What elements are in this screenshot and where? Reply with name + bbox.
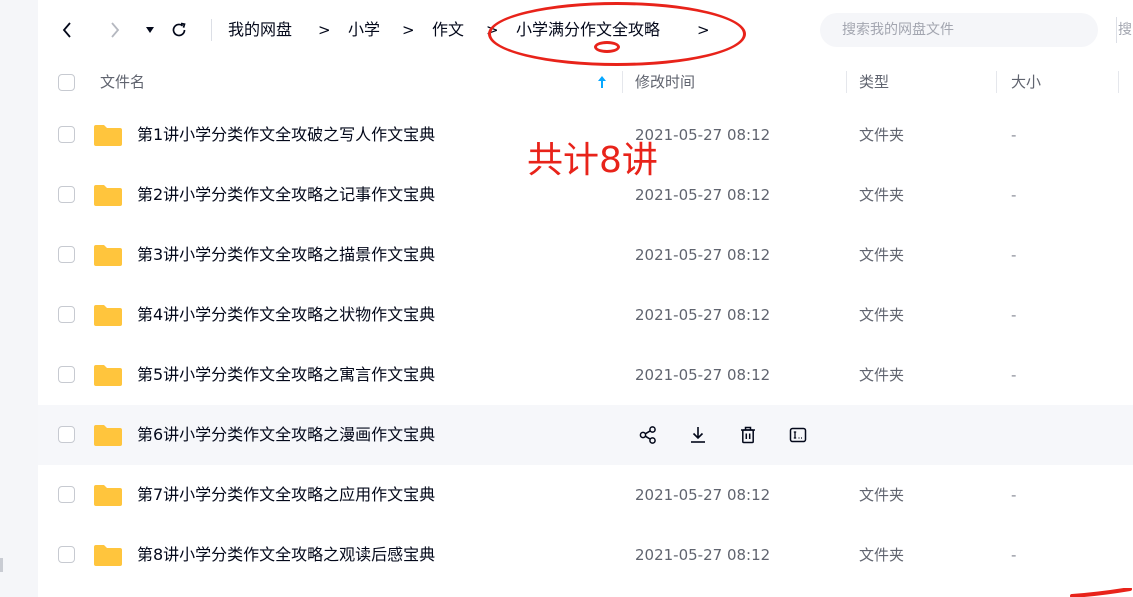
column-divider (622, 71, 623, 93)
breadcrumb-item-level1[interactable]: 小学 (348, 18, 380, 42)
file-name[interactable]: 第4讲小学分类作文全攻略之状物作文宝典 (137, 303, 435, 327)
back-button[interactable] (56, 17, 78, 43)
forward-button[interactable] (104, 17, 126, 43)
breadcrumb-item-level2[interactable]: 作文 (432, 18, 464, 42)
file-type: 文件夹 (859, 486, 905, 504)
file-modified-time: 2021-05-27 08:12 (635, 306, 771, 324)
folder-icon (94, 185, 122, 206)
file-name[interactable]: 第7讲小学分类作文全攻略之应用作文宝典 (137, 483, 435, 507)
file-size: - (1011, 246, 1017, 264)
file-modified-time: 2021-05-27 08:12 (635, 366, 771, 384)
delete-icon (741, 426, 755, 444)
download-icon (691, 427, 705, 443)
file-name[interactable]: 第8讲小学分类作文全攻略之观读后感宝典 (137, 543, 435, 567)
file-row[interactable]: 第1讲小学分类作文全攻破之写人作文宝典 2021-05-27 08:12 文件夹… (38, 105, 1133, 165)
file-row[interactable]: 第5讲小学分类作文全攻略之寓言作文宝典 2021-05-27 08:12 文件夹… (38, 345, 1133, 405)
column-size[interactable]: 大小 (1011, 71, 1041, 93)
refresh-icon (172, 22, 186, 37)
annotation-stroke (1070, 588, 1132, 597)
column-type[interactable]: 类型 (859, 71, 889, 93)
file-size: - (1011, 306, 1017, 324)
sidebar-edge-marker (0, 558, 3, 572)
folder-icon (94, 485, 122, 506)
row-checkbox[interactable] (58, 366, 75, 383)
sort-arrow-up-icon[interactable] (597, 75, 607, 89)
file-type: 文件夹 (859, 186, 905, 204)
breadcrumb-separator: > (318, 21, 331, 39)
toolbar-divider (211, 19, 212, 41)
row-checkbox[interactable] (58, 546, 75, 563)
file-name[interactable]: 第1讲小学分类作文全攻破之写人作文宝典 (137, 123, 435, 147)
file-modified-time: 2021-05-27 08:12 (635, 486, 771, 504)
file-name[interactable]: 第3讲小学分类作文全攻略之描景作文宝典 (137, 243, 435, 267)
folder-icon (94, 365, 122, 386)
file-modified-time: 2021-05-27 08:12 (635, 246, 771, 264)
row-checkbox[interactable] (58, 306, 75, 323)
row-checkbox[interactable] (58, 186, 75, 203)
file-modified-time: 2021-05-27 08:12 (635, 126, 771, 144)
file-type: 文件夹 (859, 126, 905, 144)
left-sidebar-strip (0, 0, 38, 597)
breadcrumb-item-root[interactable]: 我的网盘 (228, 18, 292, 42)
file-modified-time: 2021-05-27 08:12 (635, 186, 771, 204)
row-checkbox[interactable] (58, 126, 75, 143)
search-box (820, 13, 1098, 47)
caret-down-icon (146, 27, 154, 33)
folder-icon (94, 245, 122, 266)
file-type: 文件夹 (859, 546, 905, 564)
column-modified[interactable]: 修改时间 (635, 71, 695, 93)
file-modified-time: 2021-05-27 08:12 (635, 546, 771, 564)
file-size: - (1011, 126, 1017, 144)
folder-icon (94, 305, 122, 326)
history-dropdown-button[interactable] (139, 17, 161, 43)
column-divider (996, 71, 997, 93)
chevron-right-icon (111, 22, 120, 38)
file-row-hovered[interactable]: 第6讲小学分类作文全攻略之漫画作文宝典 (38, 405, 1133, 465)
breadcrumb-separator: > (402, 21, 415, 39)
share-icon (639, 426, 656, 444)
column-header: 文件名 修改时间 类型 大小 (38, 60, 1133, 105)
file-size: - (1011, 366, 1017, 384)
top-toolbar: 我的网盘 > 小学 > 作文 > 小学满分作文全攻略 > 搜 (38, 0, 1133, 60)
search-input[interactable] (820, 13, 1060, 47)
secondary-search-label[interactable]: 搜 (1118, 19, 1132, 41)
search-divider (1116, 17, 1117, 43)
file-row[interactable]: 第7讲小学分类作文全攻略之应用作文宝典 2021-05-27 08:12 文件夹… (38, 465, 1133, 525)
breadcrumb-separator: > (486, 21, 499, 39)
column-divider (846, 71, 847, 93)
row-checkbox[interactable] (58, 426, 75, 443)
file-type: 文件夹 (859, 366, 905, 384)
folder-icon (94, 425, 122, 446)
file-list: 第1讲小学分类作文全攻破之写人作文宝典 2021-05-27 08:12 文件夹… (38, 105, 1133, 585)
file-row[interactable]: 第8讲小学分类作文全攻略之观读后感宝典 2021-05-27 08:12 文件夹… (38, 525, 1133, 585)
breadcrumb-item-current[interactable]: 小学满分作文全攻略 (516, 18, 660, 42)
folder-icon (94, 125, 122, 146)
file-size: - (1011, 486, 1017, 504)
file-name[interactable]: 第5讲小学分类作文全攻略之寓言作文宝典 (137, 363, 435, 387)
select-all-checkbox[interactable] (58, 74, 75, 91)
file-type: 文件夹 (859, 246, 905, 264)
column-divider (1118, 71, 1119, 93)
share-button[interactable] (635, 422, 661, 448)
file-type: 文件夹 (859, 306, 905, 324)
delete-button[interactable] (735, 422, 761, 448)
file-row[interactable]: 第3讲小学分类作文全攻略之描景作文宝典 2021-05-27 08:12 文件夹… (38, 225, 1133, 285)
row-checkbox[interactable] (58, 246, 75, 263)
row-checkbox[interactable] (58, 486, 75, 503)
rename-icon (789, 427, 807, 443)
chevron-left-icon (62, 22, 71, 38)
file-name[interactable]: 第2讲小学分类作文全攻略之记事作文宝典 (137, 183, 435, 207)
rename-button[interactable] (785, 422, 811, 448)
breadcrumb-separator: > (697, 21, 710, 39)
file-row[interactable]: 第2讲小学分类作文全攻略之记事作文宝典 2021-05-27 08:12 文件夹… (38, 165, 1133, 225)
download-button[interactable] (685, 422, 711, 448)
file-name[interactable]: 第6讲小学分类作文全攻略之漫画作文宝典 (137, 423, 435, 447)
folder-icon (94, 545, 122, 566)
file-row[interactable]: 第4讲小学分类作文全攻略之状物作文宝典 2021-05-27 08:12 文件夹… (38, 285, 1133, 345)
refresh-button[interactable] (168, 17, 190, 43)
file-size: - (1011, 546, 1017, 564)
column-name[interactable]: 文件名 (100, 71, 145, 93)
file-size: - (1011, 186, 1017, 204)
